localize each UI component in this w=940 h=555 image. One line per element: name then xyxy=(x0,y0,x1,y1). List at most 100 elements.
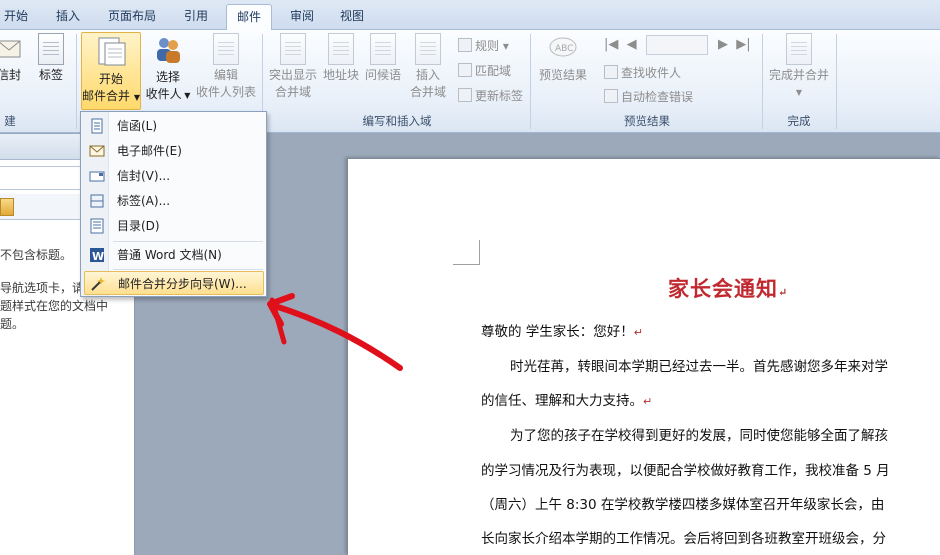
envelope-label: 信封 xyxy=(0,68,21,82)
start-merge-label-2: 邮件合并 ▼ xyxy=(82,89,140,103)
chevron-down-icon: ▼ xyxy=(133,93,140,102)
find-recipient-icon xyxy=(604,65,618,79)
auto-check-icon xyxy=(604,89,618,103)
record-navigation-next: ▶ ▶| xyxy=(718,35,751,55)
menu-item-normal-word-document[interactable]: W 普通 Word 文档(N) xyxy=(84,243,264,267)
group-separator xyxy=(836,34,837,129)
edit-list-icon xyxy=(213,33,239,65)
address-block-icon xyxy=(328,33,354,65)
svg-text:ABC: ABC xyxy=(555,44,573,54)
start-mail-merge-button[interactable]: 开始 邮件合并 ▼ xyxy=(81,32,141,110)
tab-insert[interactable]: 插入 xyxy=(48,4,88,30)
labels-icon xyxy=(38,33,64,65)
group-separator xyxy=(530,34,531,129)
insert-field-label-2: 合并域 xyxy=(409,85,446,99)
highlight-label-2: 合并域 xyxy=(274,85,311,99)
tab-mailings[interactable]: 邮件 xyxy=(226,4,272,31)
tab-review[interactable]: 审阅 xyxy=(282,4,322,30)
edit-list-label-2: 收件人列表 xyxy=(195,85,256,99)
envelope-icon xyxy=(89,168,105,184)
edit-list-label-1: 编辑 xyxy=(213,68,238,82)
menu-item-letters[interactable]: 信函(L) xyxy=(84,114,264,138)
document-line: 时光荏苒，转眼间本学期已经过去一半。首先感谢您多年来对学 xyxy=(510,359,888,375)
select-recipients-label-2: 收件人 ▼ xyxy=(145,87,191,101)
insert-field-icon xyxy=(415,33,441,65)
menu-separator xyxy=(113,241,263,242)
headings-tab-icon[interactable] xyxy=(0,198,14,216)
start-mail-merge-menu: 信函(L) 电子邮件(E) 信封(V)... 标签(A)... 目录(D) W … xyxy=(80,111,267,297)
label-icon xyxy=(89,193,105,209)
menu-item-labels[interactable]: 标签(A)... xyxy=(84,189,264,213)
highlight-merge-fields-button[interactable]: 突出显示 合并域 xyxy=(266,33,320,101)
chevron-down-icon: ▼ xyxy=(181,91,191,100)
tab-page-layout[interactable]: 页面布局 xyxy=(104,4,160,30)
preview-abc-icon: ABC xyxy=(547,33,579,65)
navpane-message-2: 导航选项卡，请 xyxy=(0,281,85,295)
start-merge-label-1: 开始 xyxy=(98,72,123,86)
tab-references[interactable]: 引用 xyxy=(176,4,216,30)
labels-label: 标签 xyxy=(38,68,63,82)
match-fields-button[interactable]: 匹配域 xyxy=(458,61,511,81)
envelope-icon xyxy=(0,33,22,65)
find-recipient-button[interactable]: 查找收件人 xyxy=(604,63,681,83)
first-record-icon[interactable]: |◀ xyxy=(604,37,618,52)
menu-item-step-by-step-wizard[interactable]: 邮件合并分步向导(W)... xyxy=(84,271,264,295)
preview-results-label: 预览结果 xyxy=(538,68,587,82)
menu-item-directory[interactable]: 目录(D) xyxy=(84,214,264,238)
address-block-button[interactable]: 地址块 xyxy=(320,33,362,84)
tab-home[interactable]: 开始 xyxy=(0,4,32,30)
menu-item-envelopes[interactable]: 信封(V)... xyxy=(84,164,264,188)
group-label-preview: 预览结果 xyxy=(624,114,670,128)
match-fields-icon xyxy=(458,63,472,77)
insert-field-label-1: 插入 xyxy=(415,68,440,82)
wizard-icon xyxy=(90,276,106,292)
highlight-label-1: 突出显示 xyxy=(268,68,317,82)
navpane-message-1: 不包含标题。 xyxy=(0,248,73,262)
envelope-button[interactable]: 信封 xyxy=(0,33,28,84)
record-number-field[interactable] xyxy=(646,35,708,55)
navpane-message-3: 题样式在您的文档中 xyxy=(0,299,109,313)
finish-merge-icon xyxy=(786,33,812,65)
finish-merge-button[interactable]: 完成并合并 ▼ xyxy=(764,33,834,101)
rules-button[interactable]: 规则 ▾ xyxy=(458,36,509,56)
letter-icon xyxy=(89,118,105,134)
next-record-icon[interactable]: ▶ xyxy=(718,37,728,52)
menu-separator xyxy=(113,269,263,270)
document-line: （周六）上午 8:30 在学校教学楼四楼多媒体室召开年级家长会，由 xyxy=(481,497,885,513)
update-labels-icon xyxy=(458,88,472,102)
navpane-message-4: 题。 xyxy=(0,317,25,331)
update-labels-button[interactable]: 更新标签 xyxy=(458,86,523,106)
tab-view[interactable]: 视图 xyxy=(332,4,372,30)
group-separator xyxy=(76,34,77,129)
finish-merge-label: 完成并合并 xyxy=(768,68,829,82)
insert-merge-field-button[interactable]: 插入 合并域 xyxy=(404,33,452,101)
ribbon-tab-strip: 开始 插入 页面布局 引用 邮件 审阅 视图 xyxy=(0,0,940,31)
document-line: 的学习情况及行为表现，以便配合学校做好教育工作，我校准备 5 月 xyxy=(481,463,890,479)
highlight-fields-icon xyxy=(280,33,306,65)
select-recipients-button[interactable]: 选择 收件人 ▼ xyxy=(143,33,193,104)
group-separator xyxy=(762,34,763,129)
last-record-icon[interactable]: ▶| xyxy=(736,37,750,52)
menu-item-email[interactable]: 电子邮件(E) xyxy=(84,139,264,163)
preview-results-button[interactable]: ABC 预览结果 xyxy=(534,33,592,84)
group-label-write-insert: 编写和插入域 xyxy=(362,114,432,128)
recipients-icon xyxy=(153,33,183,67)
chevron-down-icon: ▼ xyxy=(795,88,803,97)
rules-icon xyxy=(458,38,472,52)
document-line: 尊敬的 学生家长：您好！↵ xyxy=(481,324,644,340)
email-icon xyxy=(89,143,105,159)
word-doc-icon: W xyxy=(89,247,105,263)
svg-text:W: W xyxy=(92,250,104,263)
auto-check-errors-button[interactable]: 自动检查错误 xyxy=(604,87,693,107)
prev-record-icon[interactable]: ◀ xyxy=(627,37,637,52)
labels-button[interactable]: 标签 xyxy=(32,33,70,84)
greeting-line-label: 问候语 xyxy=(364,68,401,82)
document-title: 家长会通知↵ xyxy=(668,276,789,301)
document-line: 长向家长介绍本学期的工作情况。会后将回到各班教室开班级会，分 xyxy=(481,531,886,547)
start-mail-merge-icon xyxy=(96,35,126,69)
greeting-line-button[interactable]: 问候语 xyxy=(362,33,404,84)
group-label-finish: 完成 xyxy=(787,114,811,128)
edit-recipient-list-button[interactable]: 编辑 收件人列表 xyxy=(194,33,258,101)
document-line: 为了您的孩子在学校得到更好的发展，同时使您能够全面了解孩 xyxy=(510,428,888,444)
select-recipients-label-1: 选择 xyxy=(155,70,180,84)
